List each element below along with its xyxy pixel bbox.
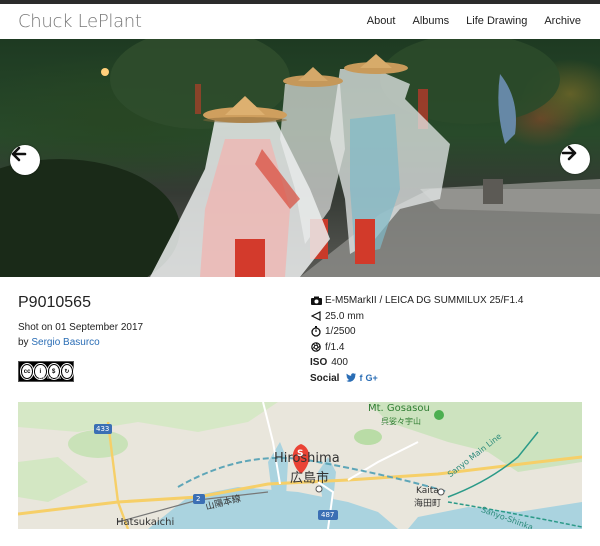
- hero-photo-art: [0, 39, 600, 277]
- facebook-icon[interactable]: f: [359, 373, 362, 383]
- exif-camera-row: E-M5MarkII / LEICA DG SUMMILUX 25/F1.4: [310, 293, 523, 309]
- map-route-487: 487: [321, 511, 335, 519]
- cc-icon: cc: [19, 363, 35, 380]
- map-label-kaita-jp: 海田町: [414, 499, 442, 509]
- exif-focal-row: 25.0 mm: [310, 309, 523, 325]
- exif-camera: E-M5MarkII / LEICA DG SUMMILUX 25/F1.4: [325, 295, 524, 307]
- map-label-hiroshima-jp: 広島市: [290, 471, 330, 486]
- main-nav: About Albums Life Drawing Archive: [367, 15, 581, 27]
- location-map[interactable]: Mt. Gosasou 呉娑々宇山 Hiroshima 広島市 Kaita 海田…: [18, 402, 582, 529]
- map-label-kaita: Kaita: [416, 486, 439, 496]
- exif-aperture: f/1.4: [325, 341, 345, 353]
- social-label: Social: [310, 372, 340, 384]
- photo-title: P9010565: [18, 294, 91, 311]
- exif-social-row: Social f G+: [310, 371, 523, 387]
- nav-about[interactable]: About: [367, 15, 396, 27]
- exif-panel: E-M5MarkII / LEICA DG SUMMILUX 25/F1.4 2…: [310, 293, 523, 386]
- exif-iso: 400: [331, 357, 348, 369]
- map-route-433: 433: [96, 425, 110, 433]
- shot-date: Shot on 01 September 2017: [18, 322, 144, 333]
- exif-aperture-row: f/1.4: [310, 340, 523, 356]
- twitter-icon[interactable]: [346, 372, 357, 384]
- focal-length-icon: [310, 311, 322, 322]
- map-pin-label[interactable]: S: [297, 449, 303, 459]
- map-route-2: 2: [196, 495, 201, 503]
- google-plus-icon[interactable]: G+: [365, 373, 377, 383]
- site-header: Chuck LePlant About Albums Life Drawing …: [0, 4, 600, 39]
- nav-albums[interactable]: Albums: [412, 15, 449, 27]
- exif-focal: 25.0 mm: [325, 310, 364, 322]
- previous-photo-button[interactable]: [10, 145, 40, 175]
- map-label-hiroshima: Hiroshima: [274, 451, 340, 466]
- byline-prefix: by: [18, 337, 29, 348]
- map-label-gosasou: Mt. Gosasou: [368, 403, 430, 414]
- hero-photo: [0, 39, 600, 277]
- cc-sa-icon: ↻: [59, 363, 75, 380]
- map-label-hatsukaichi: Hatsukaichi: [116, 517, 175, 528]
- map-label-gosasou-jp: 呉娑々宇山: [381, 417, 421, 426]
- stopwatch-icon: [310, 326, 322, 337]
- cc-license-badge[interactable]: cc i $ ↻ BY NC SA: [18, 361, 75, 382]
- nav-archive[interactable]: Archive: [544, 15, 581, 27]
- aperture-icon: [310, 342, 322, 353]
- exif-iso-row: ISO 400: [310, 355, 523, 371]
- arrow-right-icon: [561, 145, 577, 161]
- exif-shutter: 1/2500: [325, 326, 356, 338]
- author-link[interactable]: Sergio Basurco: [31, 337, 99, 348]
- site-brand[interactable]: Chuck LePlant: [18, 11, 142, 32]
- cc-badge-text: BY NC SA: [39, 375, 62, 380]
- next-photo-button[interactable]: [560, 144, 590, 174]
- exif-shutter-row: 1/2500: [310, 324, 523, 340]
- arrow-left-icon: [11, 146, 27, 162]
- iso-label: ISO: [310, 357, 328, 369]
- camera-icon: [310, 296, 322, 306]
- photo-byline: by Sergio Basurco: [18, 337, 100, 348]
- nav-life-drawing[interactable]: Life Drawing: [466, 15, 527, 27]
